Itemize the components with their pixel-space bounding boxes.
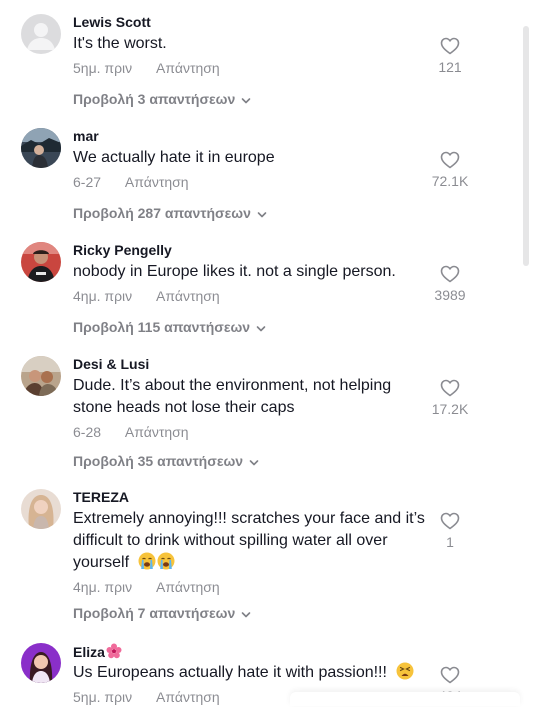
user-photo-icon	[21, 128, 61, 168]
reply-button[interactable]: Απάντηση	[125, 424, 189, 440]
heart-outline-icon	[440, 666, 460, 684]
chevron-down-icon	[257, 212, 267, 218]
reply-button[interactable]: Απάντηση	[156, 579, 220, 595]
comment-time: 6-27	[73, 174, 102, 190]
view-replies-button[interactable]: Προβολή 3 απαντήσεων	[73, 89, 251, 109]
avatar[interactable]	[21, 489, 61, 529]
avatar[interactable]	[21, 356, 61, 396]
view-replies-button[interactable]: Προβολή 287 απαντήσεων	[73, 203, 267, 223]
comment-text: It's the worst.	[73, 35, 167, 52]
comment-text: nobody in Europe likes it. not a single …	[73, 263, 396, 280]
chevron-down-icon	[249, 460, 259, 466]
username[interactable]: Ricky Pengelly	[73, 242, 448, 258]
comment-text-line: Extremely annoying!!! scratches your fac…	[73, 510, 425, 527]
like-button[interactable]: 121	[420, 37, 480, 76]
comment-text: Dude. It’s about the environment, not he…	[73, 375, 448, 419]
comment-text-line: Dude. It’s about the environment, not he…	[73, 377, 392, 394]
view-replies-button[interactable]: Προβολή 35 απαντήσεων	[73, 451, 259, 471]
reply-button[interactable]: Απάντηση	[156, 689, 220, 705]
bottom-overlay	[290, 692, 520, 706]
comment-text-line: Us Europeans actually hate it with passi…	[73, 664, 387, 681]
view-replies-button[interactable]: Προβολή 7 απαντήσεων	[73, 603, 251, 623]
view-replies-label: Προβολή 287 απαντήσεων	[73, 205, 251, 221]
comment-text-line: difficult to drink without spilling wate…	[73, 532, 388, 549]
username[interactable]: Lewis Scott	[73, 14, 448, 30]
view-replies-label: Προβολή 7 απαντήσεων	[73, 605, 236, 621]
avatar[interactable]	[21, 128, 61, 168]
like-button[interactable]: 1	[420, 512, 480, 551]
reply-button[interactable]: Απάντηση	[125, 174, 189, 190]
comment-text-line: yourself	[73, 552, 448, 574]
user-photo-icon	[21, 489, 61, 529]
username[interactable]: TEREZA	[73, 489, 448, 505]
heart-outline-icon	[440, 151, 460, 169]
tired-face-emoji	[396, 662, 414, 680]
view-replies-label: Προβολή 3 απαντήσεων	[73, 91, 236, 107]
reply-button[interactable]: Απάντηση	[156, 60, 220, 76]
comment-meta: 5ημ. πριν Απάντηση	[73, 58, 448, 78]
heart-outline-icon	[440, 379, 460, 397]
heart-outline-icon	[440, 37, 460, 55]
chevron-down-icon	[256, 326, 266, 332]
comment-text: Extremely annoying!!! scratches your fac…	[73, 508, 448, 574]
comment-time: 5ημ. πριν	[73, 60, 133, 76]
loudly-crying-face-emoji	[138, 552, 156, 570]
comment-time: 4ημ. πριν	[73, 288, 133, 304]
user-photo-icon	[21, 643, 61, 683]
comment-meta: 6-28 Απάντηση	[73, 422, 448, 442]
heart-outline-icon	[440, 265, 460, 283]
comment-text-word: yourself	[73, 554, 130, 571]
like-count: 17.2K	[431, 401, 469, 417]
chevron-down-icon	[241, 98, 251, 104]
default-avatar-icon	[21, 14, 61, 54]
reply-button[interactable]: Απάντηση	[156, 288, 220, 304]
username[interactable]: Desi & Lusi	[73, 356, 448, 372]
like-button[interactable]: 72.1K	[420, 151, 480, 190]
loudly-crying-face-emoji	[157, 552, 175, 570]
view-replies-label: Προβολή 35 απαντήσεων	[73, 453, 244, 469]
username-text: Eliza	[73, 644, 105, 660]
like-button[interactable]: 3989	[420, 265, 480, 304]
avatar[interactable]	[21, 14, 61, 54]
like-count: 72.1K	[431, 173, 469, 189]
comment-text: We actually hate it in europe	[73, 149, 275, 166]
username[interactable]: Eliza	[73, 643, 448, 660]
like-count: 1	[446, 534, 454, 550]
hibiscus-emoji	[106, 643, 122, 659]
avatar[interactable]	[21, 643, 61, 683]
comment-time: 4ημ. πριν	[73, 579, 133, 595]
comment-text: Us Europeans actually hate it with passi…	[73, 662, 448, 684]
comment-meta: 4ημ. πριν Απάντηση	[73, 577, 448, 597]
like-button[interactable]: 17.2K	[420, 379, 480, 418]
comment-time: 5ημ. πριν	[73, 689, 133, 705]
comment-text-line: stone heads not lose their caps	[73, 399, 295, 416]
comment-meta: 6-27 Απάντηση	[73, 172, 448, 192]
heart-outline-icon	[440, 512, 460, 530]
like-count: 3989	[434, 287, 466, 303]
view-replies-label: Προβολή 115 απαντήσεων	[73, 319, 251, 335]
scrollbar[interactable]	[523, 26, 529, 266]
username[interactable]: mar	[73, 128, 448, 144]
comment-meta: 4ημ. πριν Απάντηση	[73, 286, 448, 306]
comment-time: 6-28	[73, 424, 102, 440]
like-count: 121	[438, 59, 462, 75]
chevron-down-icon	[241, 612, 251, 618]
avatar[interactable]	[21, 242, 61, 282]
view-replies-button[interactable]: Προβολή 115 απαντήσεων	[73, 317, 266, 337]
user-photo-icon	[21, 242, 61, 282]
user-photo-icon	[21, 356, 61, 396]
